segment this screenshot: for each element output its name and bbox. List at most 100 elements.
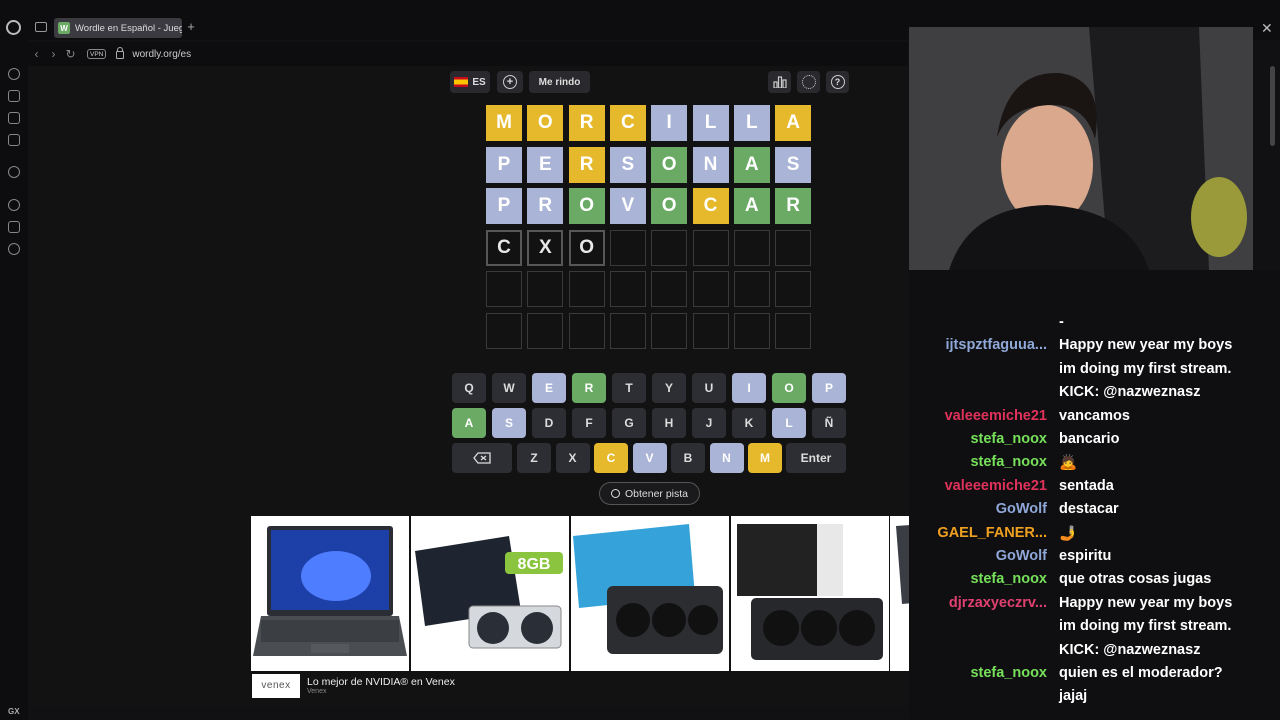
board-tile [775, 271, 812, 307]
key-p[interactable]: P [812, 373, 846, 403]
forward-icon[interactable]: › [45, 47, 62, 61]
backspace-key[interactable] [452, 443, 512, 473]
ad-card-gpu-galax[interactable]: 8GB [411, 516, 569, 671]
history-icon[interactable] [8, 68, 20, 80]
bag-icon[interactable] [8, 90, 20, 102]
ad-card-laptop[interactable] [251, 516, 409, 671]
key-l[interactable]: L [772, 408, 806, 438]
settings-gear-icon[interactable] [8, 243, 20, 255]
board-tile: O [568, 229, 605, 266]
key-h[interactable]: H [652, 408, 686, 438]
music-icon[interactable] [8, 134, 20, 146]
key-c[interactable]: C [594, 443, 628, 473]
board-tile: C [486, 229, 522, 266]
board-tile: R [775, 188, 812, 224]
chat-username[interactable]: stefa_noox [970, 454, 1047, 470]
opera-logo-icon[interactable] [6, 20, 21, 35]
chat-message: sentada [1059, 477, 1114, 494]
question-icon: ? [830, 75, 845, 89]
tab-wordle[interactable]: W Wordle en Español - Jueg [54, 18, 182, 38]
key-y[interactable]: Y [652, 373, 686, 403]
key-i[interactable]: I [732, 373, 766, 403]
key-x[interactable]: X [555, 443, 590, 473]
chat-username[interactable]: GoWolf [996, 501, 1047, 517]
gx-corner-icon[interactable] [8, 112, 20, 124]
board-tile [527, 312, 564, 349]
wordle-favicon-icon: W [58, 22, 70, 34]
new-tab-button[interactable]: + [184, 20, 198, 34]
key-d[interactable]: D [532, 408, 566, 438]
board-tile: R [527, 188, 564, 224]
chat-username[interactable]: stefa_noox [970, 665, 1047, 681]
key-s[interactable]: S [492, 408, 526, 438]
chat-username[interactable]: valeeemiche21 [945, 408, 1047, 424]
chat-message: im doing my first stream. [1059, 618, 1232, 635]
board-tile: A [733, 146, 770, 183]
reload-icon[interactable]: ↻ [62, 47, 79, 61]
key-r[interactable]: R [572, 373, 606, 403]
ad-card-gpu-asus[interactable] [731, 516, 889, 671]
chat-username[interactable]: stefa_noox [970, 571, 1047, 587]
extensions-icon[interactable] [8, 221, 20, 233]
chat-username[interactable]: GAEL_FANER... [937, 525, 1047, 541]
chatgpt-icon[interactable] [8, 166, 20, 178]
key-f[interactable]: F [572, 408, 606, 438]
gx-label[interactable]: GX [8, 707, 20, 716]
chat-message: que otras cosas jugas [1059, 571, 1212, 588]
scrollbar[interactable] [1270, 66, 1275, 146]
vpn-badge[interactable]: VPN [87, 49, 107, 59]
key-j[interactable]: J [692, 408, 726, 438]
tab-switcher-icon[interactable] [35, 22, 47, 32]
board-tile: O [527, 105, 564, 141]
key-t[interactable]: T [612, 373, 646, 403]
key-z[interactable]: Z [517, 443, 551, 473]
settings-button[interactable] [797, 71, 820, 93]
chat-username[interactable]: ijtspztfaguua... [946, 337, 1048, 353]
chat-message: 🤳 [1059, 525, 1078, 542]
board-tile [692, 271, 729, 307]
key-w[interactable]: W [492, 373, 526, 403]
stats-button[interactable] [768, 71, 791, 93]
screen: W Wordle en Español - Jueg + ✕ ‹ › ↻ VPN… [0, 0, 1280, 720]
board-tile [733, 229, 770, 266]
key-g[interactable]: G [612, 408, 646, 438]
board-tile: V [609, 188, 646, 224]
chat-username[interactable]: valeeemiche21 [945, 478, 1047, 494]
back-icon[interactable]: ‹ [28, 47, 45, 61]
chat-message: vancamos [1059, 407, 1130, 424]
chat-username[interactable]: djrzaxyeczrv... [949, 595, 1047, 611]
board-tile: C [692, 188, 729, 224]
url-field[interactable]: wordly.org/es [132, 49, 191, 60]
key-q[interactable]: Q [452, 373, 486, 403]
chat-message: bancario [1059, 431, 1120, 447]
key-ñ[interactable]: Ñ [812, 408, 846, 438]
lock-icon[interactable] [116, 47, 125, 59]
ad-card-gpu-gigabyte[interactable] [571, 516, 729, 671]
help-button[interactable]: ? [826, 71, 849, 93]
board-tile [651, 312, 688, 349]
board-tile [651, 229, 688, 266]
chat-message: destacar [1059, 501, 1119, 518]
hint-button[interactable]: Obtener pista [599, 482, 700, 505]
key-m[interactable]: M [748, 443, 782, 473]
address-bar: ‹ › ↻ VPN wordly.org/es [28, 42, 908, 66]
board-tile: A [733, 188, 770, 224]
key-e[interactable]: E [532, 373, 566, 403]
key-b[interactable]: B [671, 443, 705, 473]
key-o[interactable]: O [772, 373, 806, 403]
key-k[interactable]: K [732, 408, 766, 438]
chat-username[interactable]: GoWolf [996, 548, 1047, 564]
ad-footer[interactable]: venex Lo mejor de NVIDIA® en Venex Venex [252, 673, 572, 698]
key-a[interactable]: A [452, 408, 486, 438]
key-n[interactable]: N [709, 443, 744, 473]
clock-icon[interactable] [8, 199, 20, 211]
chat-username[interactable]: stefa_noox [970, 431, 1047, 447]
window-close-icon[interactable]: ✕ [1261, 20, 1273, 37]
give-up-button[interactable]: Me rindo [529, 71, 590, 93]
enter-key[interactable]: Enter [786, 443, 846, 473]
board-tile: N [692, 146, 729, 183]
key-u[interactable]: U [692, 373, 726, 403]
new-game-button[interactable]: + [497, 71, 523, 93]
key-v[interactable]: V [632, 443, 667, 473]
language-selector[interactable]: ES [450, 71, 490, 93]
